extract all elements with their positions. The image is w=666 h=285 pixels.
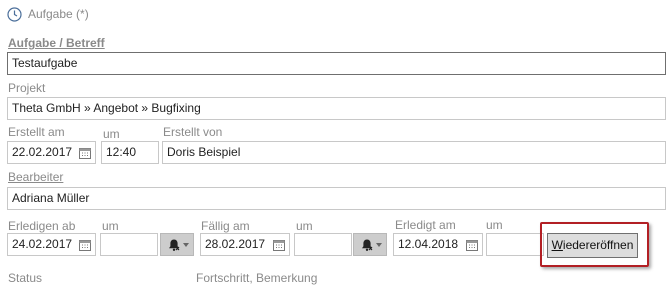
- subject-label: Aufgabe / Betreff: [8, 36, 105, 50]
- due-date-label: Fällig am: [201, 219, 250, 233]
- chevron-down-icon: [376, 243, 382, 247]
- created-date-value: 22.02.2017: [12, 145, 73, 159]
- bell-icon: [360, 238, 374, 255]
- created-by-label: Erstellt von: [163, 125, 223, 139]
- progress-label: Fortschritt, Bemerkung: [196, 271, 318, 285]
- due-date-field[interactable]: 28.02.2017: [200, 233, 290, 256]
- calendar-icon[interactable]: [78, 142, 92, 163]
- created-date-field[interactable]: 22.02.2017: [7, 141, 96, 164]
- done-date-value: 12.04.2018: [398, 237, 459, 251]
- start-time-label: um: [102, 219, 119, 233]
- start-date-value: 24.02.2017: [12, 237, 73, 251]
- created-date-label: Erstellt am: [8, 125, 65, 139]
- created-by-field[interactable]: Doris Beispiel: [162, 141, 666, 164]
- status-label: Status: [8, 271, 43, 285]
- clock-icon: [7, 6, 22, 22]
- calendar-icon[interactable]: [465, 234, 479, 255]
- chevron-down-icon: [183, 243, 189, 247]
- created-time-value: 12:40: [106, 145, 137, 159]
- project-label: Projekt: [8, 81, 46, 95]
- project-field[interactable]: Theta GmbH » Angebot » Bugfixing: [7, 97, 666, 120]
- due-time-field[interactable]: [294, 233, 352, 256]
- calendar-icon[interactable]: [78, 234, 92, 255]
- done-date-label: Erledigt am: [395, 218, 456, 232]
- bell-icon: [167, 238, 181, 255]
- due-date-value: 28.02.2017: [205, 237, 266, 251]
- done-time-field[interactable]: [486, 233, 544, 256]
- subject-input[interactable]: Testaufgabe: [7, 52, 666, 75]
- start-date-label: Erledigen ab: [8, 219, 76, 233]
- done-time-label: um: [486, 218, 503, 232]
- start-reminder-button[interactable]: [160, 233, 194, 256]
- assignee-field[interactable]: Adriana Müller: [7, 187, 666, 210]
- done-date-field[interactable]: 12.04.2018: [393, 233, 483, 256]
- assignee-label: Bearbeiter: [8, 170, 64, 184]
- created-by-value: Doris Beispiel: [167, 145, 241, 159]
- created-time-field[interactable]: 12:40: [101, 141, 159, 164]
- due-reminder-button[interactable]: [353, 233, 387, 256]
- reopen-button[interactable]: Wiedereröffnen: [547, 233, 638, 258]
- assignee-value: Adriana Müller: [12, 191, 90, 205]
- task-header: Aufgabe (*): [7, 5, 89, 23]
- due-time-label: um: [296, 219, 313, 233]
- page-title: Aufgabe (*): [28, 7, 89, 21]
- created-time-label: um: [103, 127, 120, 141]
- subject-value: Testaufgabe: [12, 56, 78, 70]
- start-date-field[interactable]: 24.02.2017: [7, 233, 96, 256]
- start-time-field[interactable]: [100, 233, 158, 256]
- calendar-icon[interactable]: [272, 234, 286, 255]
- project-value: Theta GmbH » Angebot » Bugfixing: [12, 101, 201, 115]
